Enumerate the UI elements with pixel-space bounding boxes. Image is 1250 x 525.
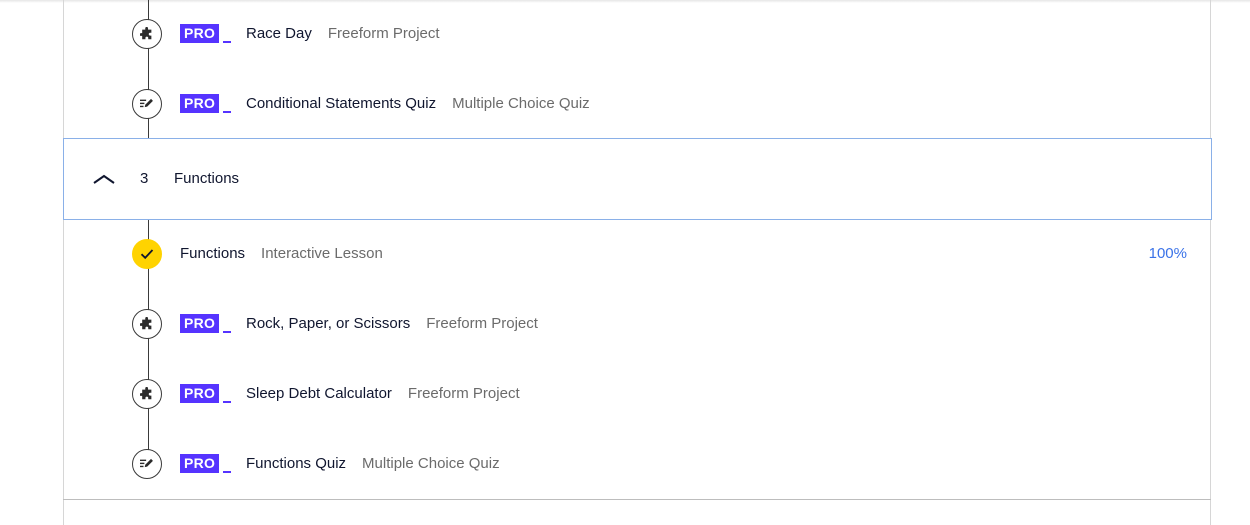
pro-badge: PRO (180, 384, 232, 403)
list-item-conditional-statements-quiz[interactable]: PRO Conditional Statements Quiz Multiple … (63, 70, 1211, 140)
syllabus-page: PRO Race Day Freeform Project PRO Conditi… (0, 0, 1250, 525)
pro-badge: PRO (180, 24, 232, 43)
pro-badge-label: PRO (180, 454, 220, 473)
item-title: Functions (180, 245, 246, 262)
pro-badge: PRO (180, 314, 232, 333)
pro-badge-underscore (223, 41, 232, 43)
item-text: Functions Interactive Lesson (180, 245, 383, 262)
item-type: Freeform Project (407, 385, 520, 402)
item-type: Freeform Project (327, 25, 440, 42)
puzzle-icon (132, 309, 162, 339)
pro-badge-label: PRO (180, 94, 220, 113)
item-title: Functions Quiz (246, 455, 347, 472)
pro-badge-underscore (223, 401, 232, 403)
item-text: Rock, Paper, or Scissors Freeform Project (246, 315, 538, 332)
item-type: Multiple Choice Quiz (362, 455, 500, 472)
list-item-rock-paper-scissors[interactable]: PRO Rock, Paper, or Scissors Freeform Pro… (63, 290, 1211, 360)
pro-badge-underscore (223, 471, 232, 473)
item-text: Sleep Debt Calculator Freeform Project (246, 385, 520, 402)
item-type: Interactive Lesson (261, 245, 383, 262)
pro-badge-label: PRO (180, 314, 220, 333)
item-title: Conditional Statements Quiz (246, 95, 437, 112)
item-text: Functions Quiz Multiple Choice Quiz (246, 455, 500, 472)
quiz-edit-icon (132, 89, 162, 119)
item-title: Race Day (246, 25, 312, 42)
pro-badge-underscore (223, 331, 232, 333)
puzzle-icon (132, 19, 162, 49)
puzzle-icon (132, 379, 162, 409)
section-title: Functions (174, 170, 240, 187)
pro-badge-label: PRO (180, 384, 220, 403)
section-divider (63, 499, 1211, 500)
section-header-functions[interactable]: 3 Functions (63, 138, 1212, 220)
pro-badge: PRO (180, 454, 232, 473)
checkmark-icon (132, 239, 162, 269)
item-text: Race Day Freeform Project (246, 25, 440, 42)
pro-badge: PRO (180, 94, 232, 113)
item-type: Freeform Project (426, 315, 538, 332)
list-item-race-day[interactable]: PRO Race Day Freeform Project (63, 0, 1211, 70)
list-item-functions-lesson[interactable]: Functions Interactive Lesson 100% (63, 220, 1211, 290)
item-title: Rock, Paper, or Scissors (246, 315, 411, 332)
progress-percent: 100% (1148, 245, 1187, 262)
list-item-functions-quiz[interactable]: PRO Functions Quiz Multiple Choice Quiz (63, 430, 1211, 500)
pro-badge-underscore (223, 111, 232, 113)
pro-badge-label: PRO (180, 24, 220, 43)
quiz-edit-icon (132, 449, 162, 479)
item-title: Sleep Debt Calculator (246, 385, 392, 402)
section-number: 3 (140, 170, 149, 187)
item-text: Conditional Statements Quiz Multiple Choi… (246, 95, 590, 112)
chevron-up-icon[interactable] (92, 172, 116, 186)
item-type: Multiple Choice Quiz (452, 95, 590, 112)
list-item-sleep-debt-calculator[interactable]: PRO Sleep Debt Calculator Freeform Projec… (63, 360, 1211, 430)
